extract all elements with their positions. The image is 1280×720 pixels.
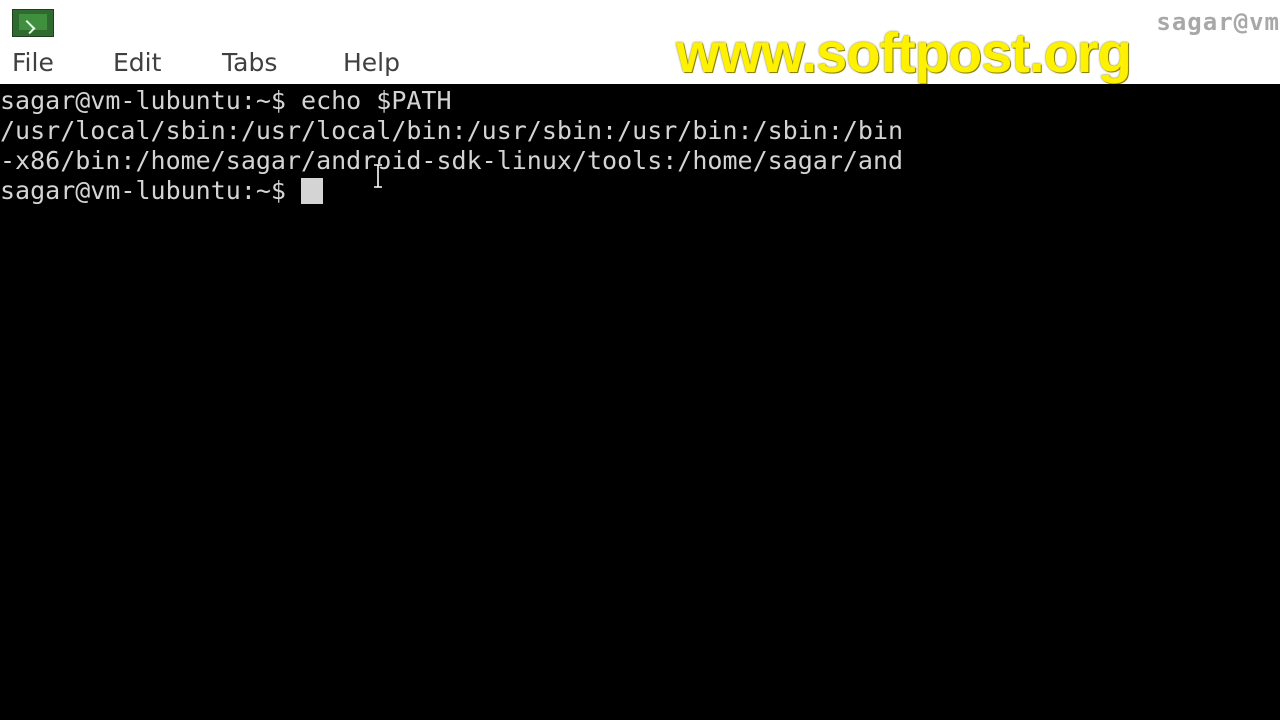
terminal-output[interactable]: sagar@vm-lubuntu:~$ echo $PATH /usr/loca… xyxy=(0,84,1280,720)
terminal-line-prompt: sagar@vm-lubuntu:~$ xyxy=(0,176,1280,206)
terminal-line-path-1: /usr/local/sbin:/usr/local/bin:/usr/sbin… xyxy=(0,116,904,145)
terminal-icon-screen xyxy=(19,14,47,35)
menu-edit[interactable]: Edit xyxy=(113,48,161,77)
menu-file[interactable]: File xyxy=(12,48,54,77)
terminal-prompt: sagar@vm-lubuntu:~$ xyxy=(0,176,302,205)
screen: sagar@vm File Edit Tabs Help www.softpos… xyxy=(0,0,1280,720)
terminal-icon[interactable] xyxy=(12,9,54,37)
terminal-icon-prompt xyxy=(21,20,36,35)
text-cursor xyxy=(301,178,324,204)
terminal-line-command: sagar@vm-lubuntu:~$ echo $PATH xyxy=(0,86,452,115)
menu-help[interactable]: Help xyxy=(343,48,400,77)
menu-tabs[interactable]: Tabs xyxy=(222,48,277,77)
watermark: www.softpost.org xyxy=(676,21,1132,84)
text-cursor-icon xyxy=(374,164,382,188)
window-title: sagar@vm xyxy=(1156,8,1280,36)
terminal-line-path-2: -x86/bin:/home/sagar/android-sdk-linux/t… xyxy=(0,146,904,175)
